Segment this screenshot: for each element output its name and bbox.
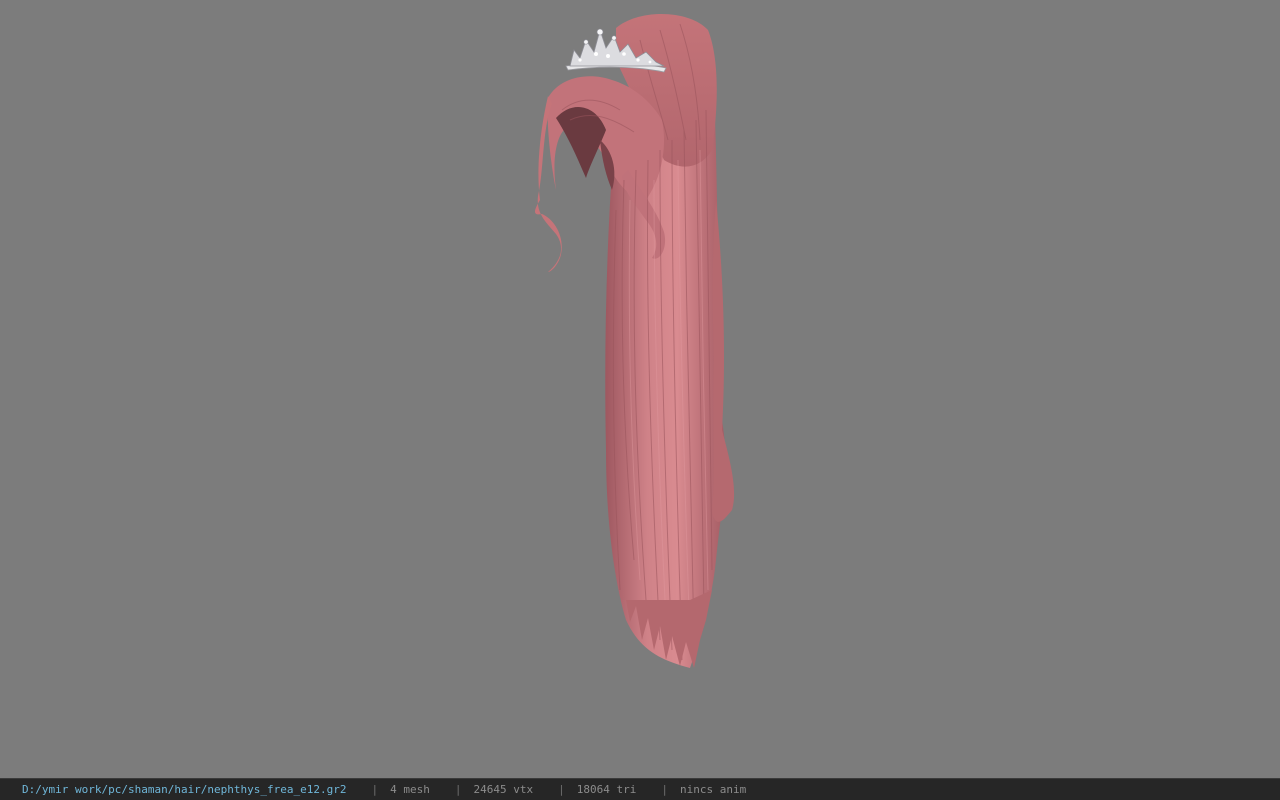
file-path: D:/ymir work/pc/shaman/hair/nephthys_fre… <box>22 783 347 796</box>
separator: | <box>558 783 565 796</box>
animation-status: nincs anim <box>679 783 747 796</box>
separator: | <box>371 783 379 796</box>
mesh-count: 4 mesh <box>390 783 430 796</box>
separator: | <box>454 783 462 796</box>
vertex-count: 24645 vtx <box>473 783 534 796</box>
triangle-count: 18064 tri <box>576 783 637 796</box>
3d-viewport[interactable] <box>0 0 1280 778</box>
hair-model[interactable] <box>0 0 1280 778</box>
status-bar: D:/ymir work/pc/shaman/hair/nephthys_fre… <box>0 778 1280 800</box>
separator: | <box>661 783 668 796</box>
